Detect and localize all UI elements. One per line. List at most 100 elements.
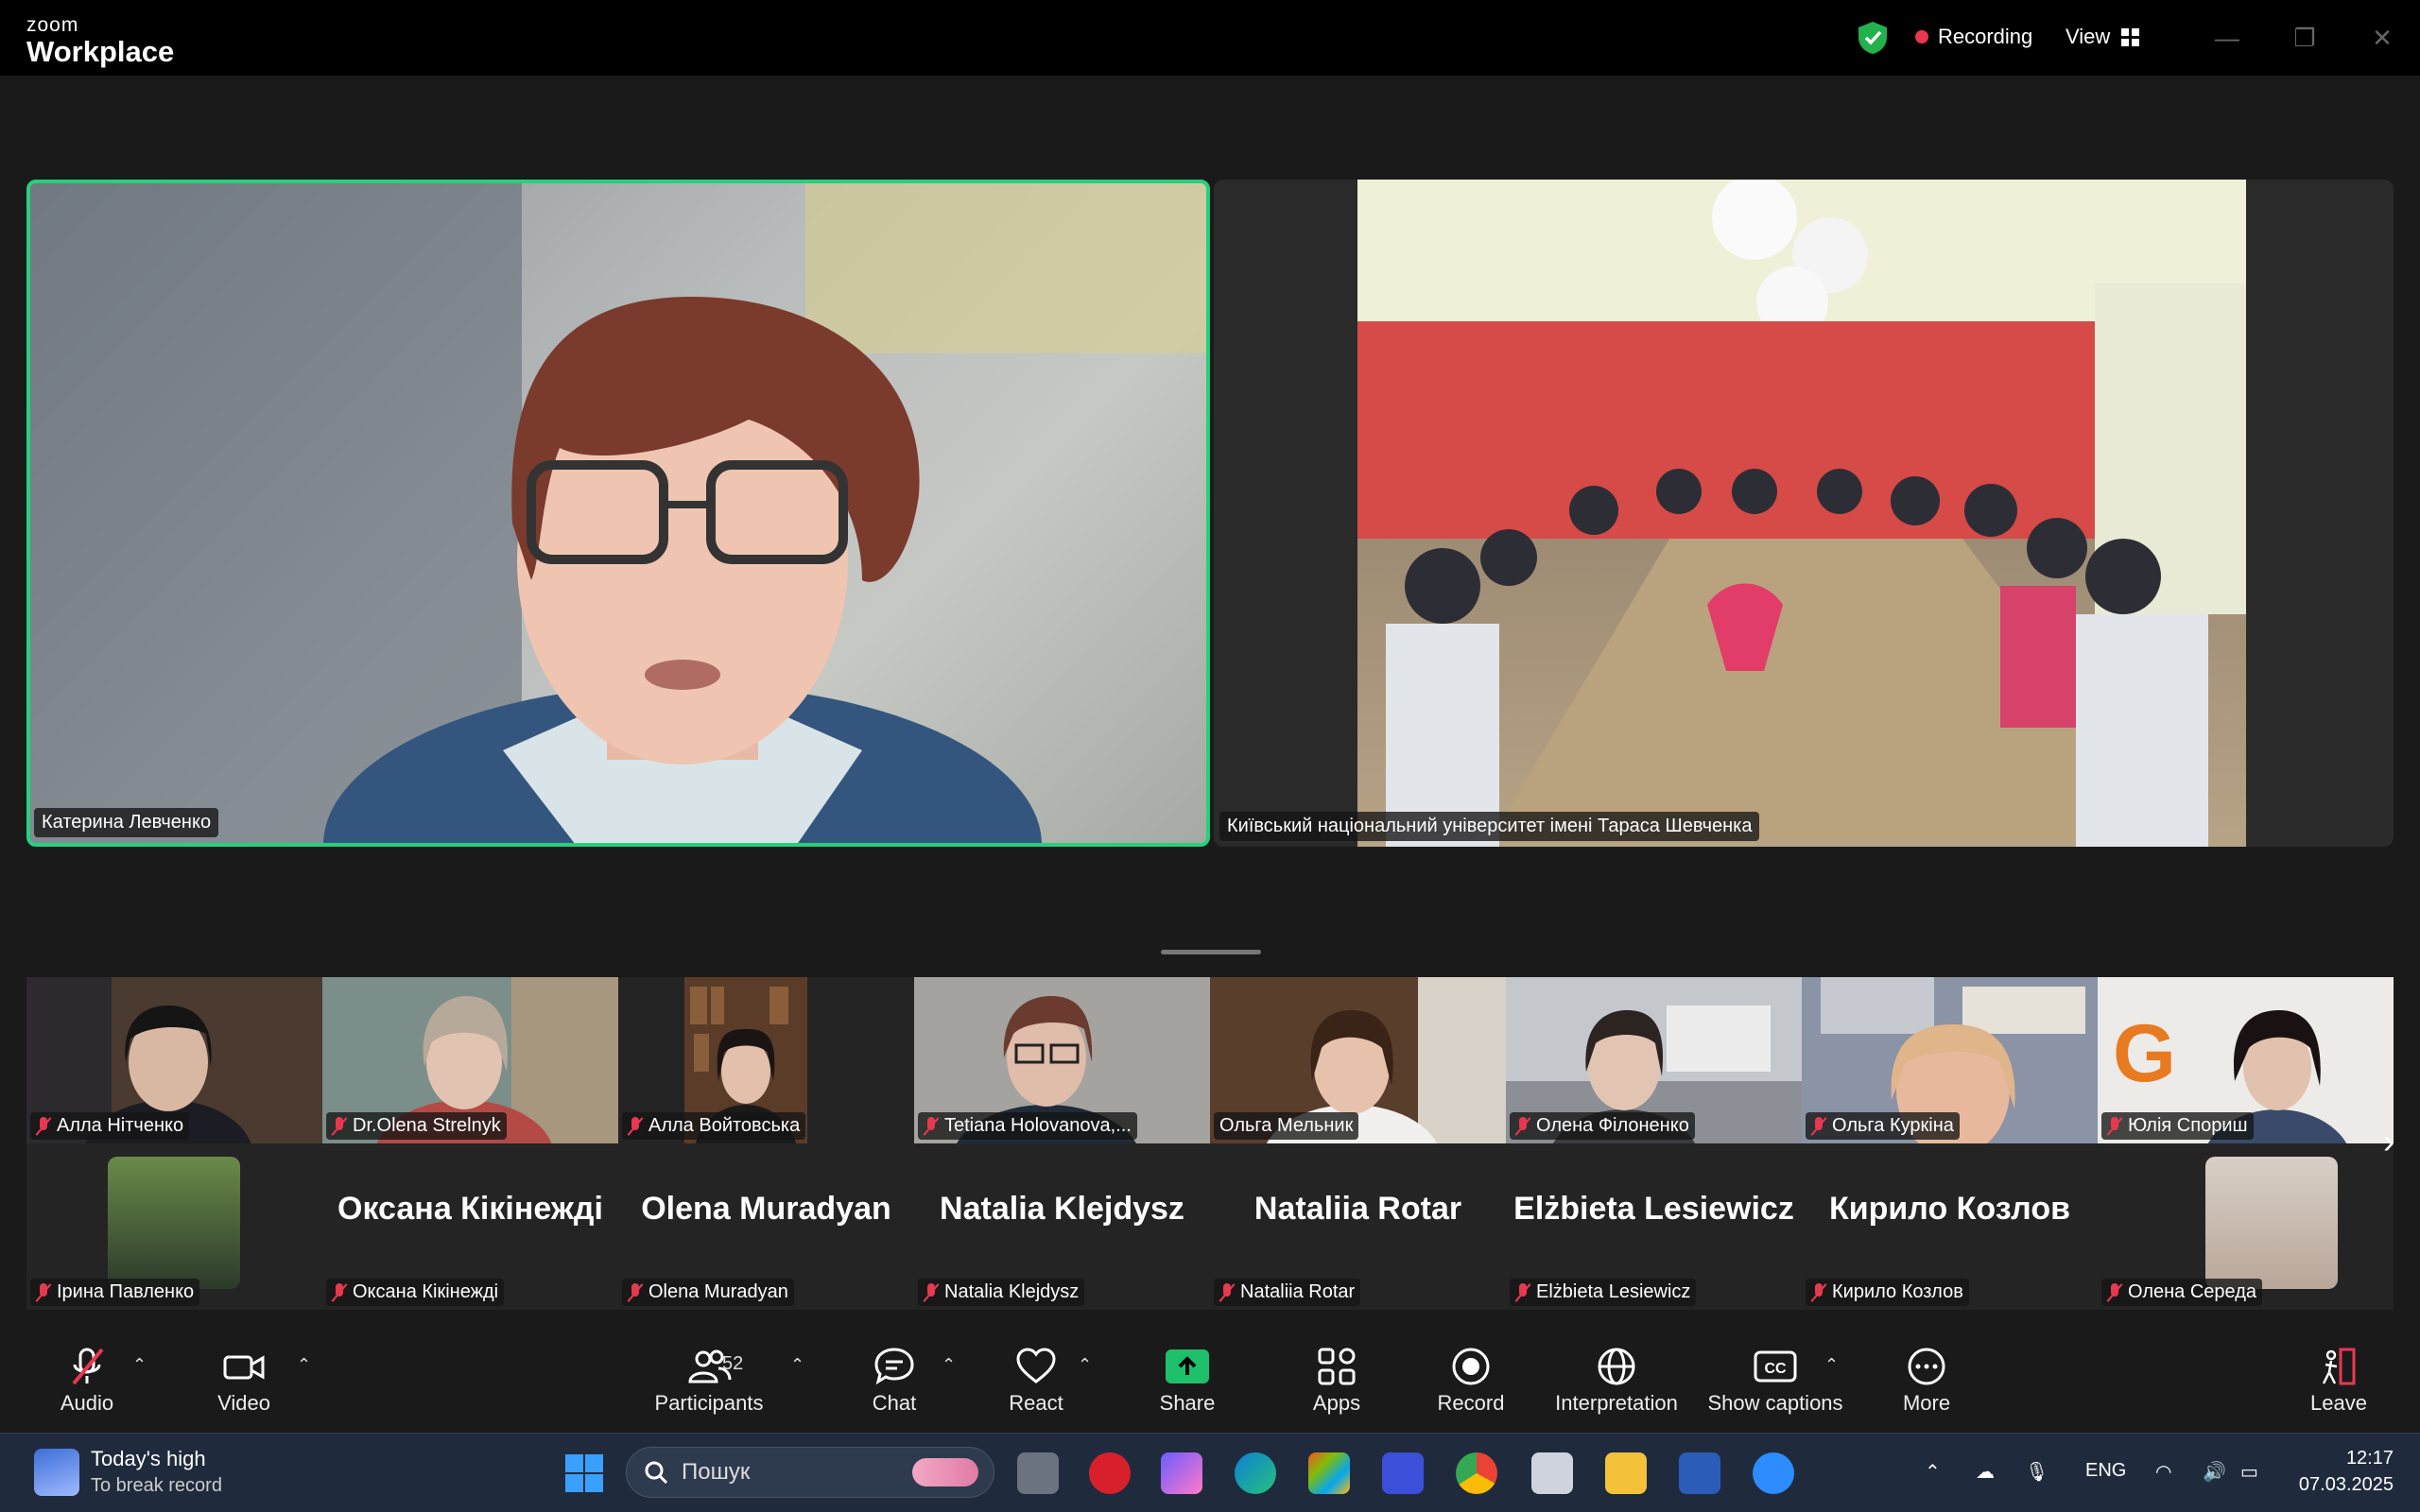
participant-name-tag: Алла Нітченко — [30, 1112, 190, 1140]
volume-icon[interactable]: 🔊 — [2203, 1460, 2226, 1484]
system-clock[interactable]: 12:17 07.03.2025 — [2290, 1445, 2394, 1498]
more-label: More — [1902, 1391, 1951, 1415]
participant-name-tag: Оксана Кікінежді — [326, 1279, 505, 1306]
view-button[interactable]: View — [2066, 25, 2140, 49]
taskbar-search[interactable]: Пошук — [626, 1447, 994, 1498]
close-icon[interactable]: ✕ — [2363, 19, 2401, 57]
participant-tile[interactable]: Ольга Мельник — [1210, 977, 1506, 1143]
participants-label: Participants — [654, 1391, 764, 1415]
chrome-icon[interactable] — [1456, 1452, 1497, 1494]
snipping-tool-icon[interactable] — [1531, 1452, 1573, 1494]
participant-tile[interactable]: Elżbieta Lesiewicz Elżbieta Lesiewicz — [1506, 1143, 1802, 1310]
app-icon[interactable] — [1382, 1452, 1424, 1494]
speaker-video-feed — [30, 183, 1206, 843]
edge-icon[interactable] — [1235, 1452, 1276, 1494]
app-logo: zoom Workplace — [26, 15, 174, 66]
file-explorer-icon[interactable] — [1605, 1452, 1647, 1494]
participant-name-tag: Алла Войтовська — [622, 1112, 806, 1140]
recording-indicator[interactable]: Recording — [1915, 25, 2032, 49]
microphone-icon[interactable]: 🎙 — [2025, 1460, 2048, 1484]
participant-tile[interactable]: G Юлія Спориш — [2098, 977, 2394, 1143]
participant-name-tag: Олена Філоненко — [1510, 1112, 1695, 1140]
participant-tile[interactable]: Олена Середа — [2098, 1143, 2394, 1310]
view-label: View — [2066, 25, 2111, 48]
recording-dot-icon — [1915, 30, 1928, 43]
share-button[interactable]: Share — [1112, 1346, 1263, 1416]
participants-button[interactable]: 52 Participants — [633, 1346, 785, 1416]
wifi-icon[interactable]: ◠ — [2155, 1460, 2171, 1484]
word-icon[interactable] — [1679, 1452, 1720, 1494]
participants-icon — [633, 1346, 785, 1387]
participant-tile[interactable]: Tetiana Holovanova,... — [914, 977, 1210, 1143]
chevron-up-icon[interactable]: ⌃ — [1078, 1356, 1093, 1373]
interpretation-button[interactable]: Interpretation — [1541, 1346, 1692, 1416]
chevron-up-icon[interactable]: ⌃ — [942, 1356, 957, 1373]
leave-button[interactable]: Leave — [2263, 1346, 2414, 1416]
onedrive-icon[interactable]: ☁ — [1976, 1460, 1995, 1484]
mic-muted-icon — [36, 1282, 51, 1302]
participant-tile[interactable]: Кирило Козлов Кирило Козлов — [1802, 1143, 2098, 1310]
task-view-icon[interactable] — [1017, 1452, 1059, 1494]
globe-icon — [1541, 1346, 1692, 1387]
room-video-tile[interactable]: Київський національний університет імені… — [1214, 180, 2394, 847]
svg-text:G: G — [2113, 1008, 2176, 1099]
mic-muted-icon — [628, 1116, 643, 1136]
opera-icon[interactable] — [1089, 1452, 1131, 1494]
participant-name-tag: Ольга Куркіна — [1806, 1112, 1960, 1140]
participant-name: Tetiana Holovanova,... — [944, 1115, 1132, 1136]
participant-name: Natalia Klejdysz — [944, 1281, 1080, 1302]
participant-name-tag: Кирило Козлов — [1806, 1279, 1969, 1306]
participant-tile[interactable]: Оксана Кікінежді Оксана Кікінежді — [322, 1143, 618, 1310]
windows-taskbar: Today's high To break record Пошук ⌃ ☁ 🎙… — [0, 1433, 2420, 1512]
copilot-icon[interactable] — [1161, 1452, 1202, 1494]
mic-muted-icon — [924, 1282, 939, 1302]
participant-name: Olena Muradyan — [648, 1281, 788, 1302]
meeting-toolbar: Audio ⌃ Video ⌃ 52 Participants ⌃ Chat ⌃… — [0, 1332, 2420, 1433]
participant-tile[interactable]: Ірина Павленко — [26, 1143, 322, 1310]
share-screen-icon — [1166, 1349, 1209, 1383]
participant-tile[interactable]: Алла Войтовська — [618, 977, 914, 1143]
participant-display-name: Olena Muradyan — [641, 1191, 891, 1227]
restore-icon[interactable]: ❐ — [2286, 19, 2324, 57]
record-label: Record — [1437, 1391, 1505, 1415]
zoom-app-icon[interactable] — [1753, 1452, 1794, 1494]
chevron-right-icon[interactable]: › — [2375, 1123, 2403, 1160]
brand-large: Workplace — [26, 35, 175, 68]
participant-name: Ольга Мельник — [1219, 1115, 1354, 1136]
more-button[interactable]: More — [1851, 1346, 2002, 1416]
chat-label: Chat — [872, 1391, 917, 1415]
minimize-icon[interactable]: — — [2208, 19, 2246, 57]
participant-name: Оксана Кікінежді — [353, 1281, 499, 1302]
participant-avatar — [2205, 1157, 2338, 1289]
record-button[interactable]: Record — [1395, 1346, 1547, 1416]
participant-tile[interactable]: Natalia Klejdysz Natalia Klejdysz — [914, 1143, 1210, 1310]
weather-title: Today's high — [91, 1447, 206, 1470]
participant-tile[interactable]: Olena Muradyan Olena Muradyan — [618, 1143, 914, 1310]
active-speaker-tile[interactable]: Катерина Левченко — [26, 180, 1210, 847]
participant-avatar — [108, 1157, 240, 1289]
resize-handle[interactable] — [1161, 950, 1261, 954]
shield-check-icon[interactable] — [1857, 21, 1889, 55]
language-indicator[interactable]: ENG — [2085, 1460, 2126, 1482]
windows-start-icon[interactable] — [565, 1454, 603, 1492]
mic-muted-icon — [924, 1116, 939, 1136]
weather-subtitle: To break record — [91, 1475, 222, 1496]
participant-tile[interactable]: Олена Філоненко — [1506, 977, 1802, 1143]
chevron-up-icon[interactable]: ⌃ — [1925, 1460, 1941, 1484]
chevron-up-icon[interactable]: ⌃ — [297, 1356, 312, 1373]
store-icon[interactable] — [1308, 1452, 1350, 1494]
participant-tile[interactable]: Алла Нітченко — [26, 977, 322, 1143]
apps-button[interactable]: Apps — [1261, 1346, 1412, 1416]
mic-muted-icon — [2107, 1282, 2122, 1302]
participant-tile[interactable]: Ольга Куркіна — [1802, 977, 2098, 1143]
weather-widget[interactable]: Today's high To break record — [34, 1447, 222, 1497]
chevron-up-icon[interactable]: ⌃ — [1824, 1356, 1840, 1373]
participant-name-tag: Юлія Спориш — [2101, 1112, 2254, 1140]
chevron-up-icon[interactable]: ⌃ — [790, 1356, 805, 1373]
participant-display-name: Nataliia Rotar — [1253, 1191, 1462, 1227]
brand-small: zoom — [26, 14, 79, 36]
participant-tile[interactable]: Nataliia Rotar Nataliia Rotar — [1210, 1143, 1506, 1310]
participant-tile[interactable]: Dr.Olena Strelnyk — [322, 977, 618, 1143]
battery-icon[interactable]: ▭ — [2240, 1460, 2258, 1484]
chevron-up-icon[interactable]: ⌃ — [132, 1356, 147, 1373]
